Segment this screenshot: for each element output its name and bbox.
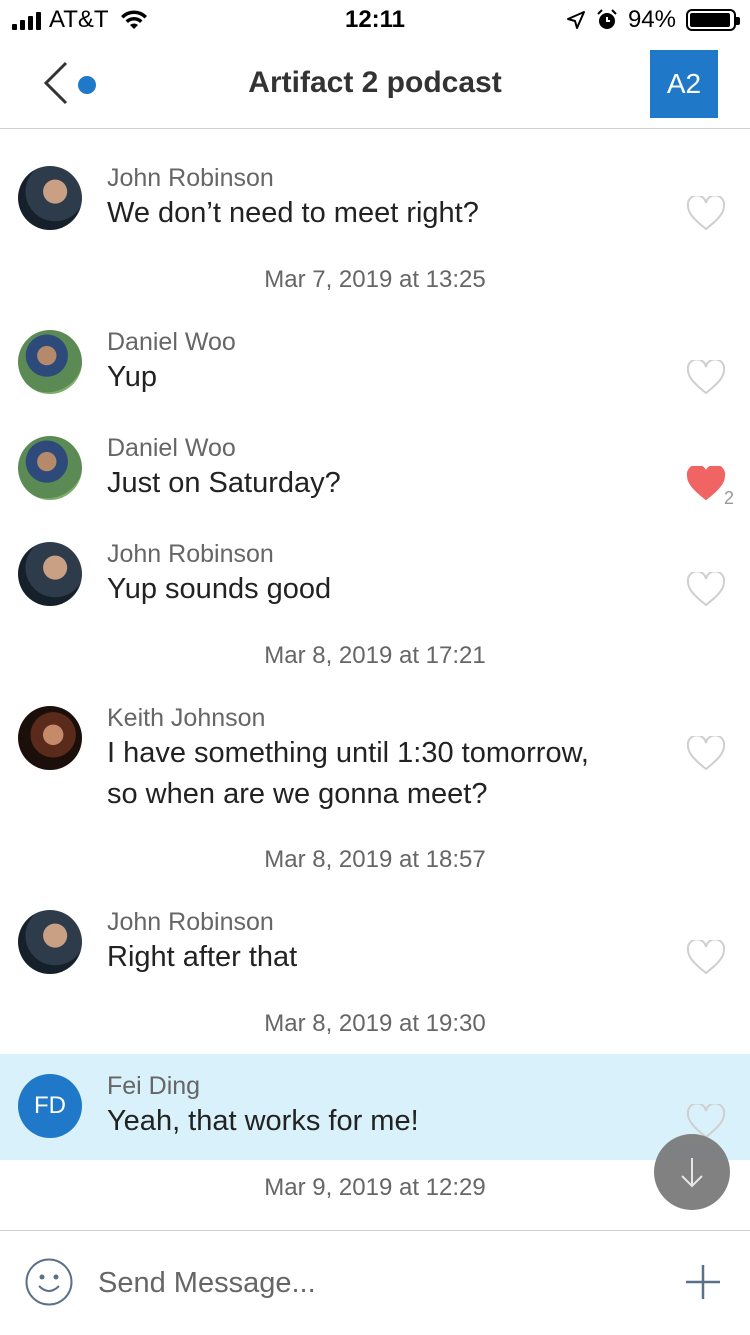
emoji-icon[interactable] [24, 1257, 74, 1307]
arrow-down-icon [681, 1158, 703, 1188]
message-text: Yeah, that works for me! [107, 1105, 419, 1137]
timestamp: Mar 7, 2019 at 13:25 [264, 266, 486, 293]
sender-name: Daniel Woo [107, 328, 236, 356]
message-composer [0, 1230, 750, 1335]
sender-name: Keith Johnson [107, 704, 266, 732]
avatar[interactable] [18, 330, 82, 394]
battery-percent: 94% [627, 6, 676, 33]
timestamp: Mar 9, 2019 at 12:29 [264, 1174, 486, 1201]
avatar[interactable] [18, 436, 82, 500]
avatar[interactable]: FD [18, 1074, 82, 1138]
like-count: 2 [724, 488, 735, 508]
nav-bar: Artifact 2 podcast A2 [0, 40, 750, 129]
message-text: Just on Saturday? [107, 467, 341, 499]
avatar[interactable] [18, 542, 82, 606]
message-text-line-1: I have something until 1:30 tomorrow, [107, 737, 589, 769]
sender-name: John Robinson [107, 540, 274, 568]
heart-icon[interactable] [686, 196, 726, 232]
avatar[interactable] [18, 706, 82, 770]
group-avatar[interactable]: A2 [650, 50, 718, 118]
heart-icon[interactable] [686, 360, 726, 396]
location-arrow-icon [566, 11, 585, 29]
conversation-title: Artifact 2 podcast [248, 66, 502, 99]
heart-icon[interactable] [686, 940, 726, 976]
timestamp: Mar 8, 2019 at 17:21 [264, 642, 486, 669]
message-text: Yup [107, 361, 157, 393]
alarm-icon [597, 9, 617, 29]
sender-name: John Robinson [107, 164, 274, 192]
plus-icon[interactable] [684, 1263, 722, 1301]
sender-name: Daniel Woo [107, 434, 236, 462]
timestamp: Mar 8, 2019 at 18:57 [264, 846, 486, 873]
message-text-line-2: so when are we gonna meet? [107, 778, 488, 810]
sender-name: John Robinson [107, 908, 274, 936]
avatar[interactable] [18, 910, 82, 974]
message-text: Right after that [107, 941, 298, 973]
scroll-to-bottom-button[interactable] [654, 1134, 730, 1210]
message-input[interactable] [98, 1261, 598, 1305]
timestamp: Mar 8, 2019 at 19:30 [264, 1010, 486, 1037]
avatar[interactable] [18, 166, 82, 230]
heart-icon[interactable] [686, 572, 726, 608]
message-text: Yup sounds good [107, 573, 332, 605]
message-text: We don’t need to meet right? [107, 197, 479, 229]
sender-name: Fei Ding [107, 1072, 201, 1100]
status-bar: AT&T 12:11 94% [0, 0, 750, 40]
heart-icon-liked[interactable] [686, 466, 726, 502]
heart-icon[interactable] [686, 736, 726, 772]
battery-icon [686, 9, 740, 31]
